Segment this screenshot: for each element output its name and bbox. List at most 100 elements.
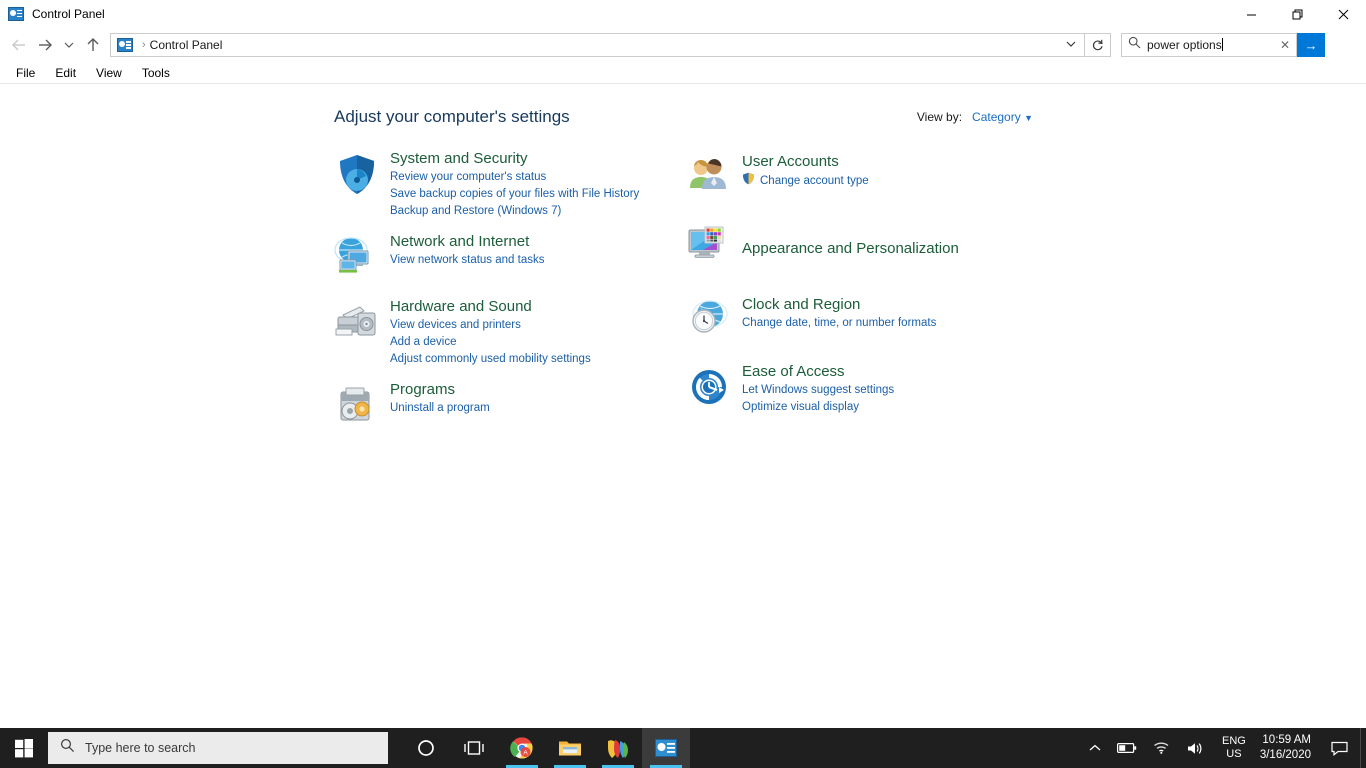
category-body: Hardware and Sound View devices and prin… xyxy=(386,297,591,368)
category-column-left: System and Security Review your computer… xyxy=(334,149,674,439)
window-titlebar: Control Panel xyxy=(0,0,1366,28)
svg-text:A: A xyxy=(523,749,528,756)
winrar-icon[interactable] xyxy=(594,728,642,768)
category-link[interactable]: Uninstall a program xyxy=(390,400,490,417)
search-go-button[interactable]: → xyxy=(1297,33,1325,57)
breadcrumb-separator: › xyxy=(142,39,146,51)
shield-icon[interactable] xyxy=(334,149,386,220)
category-title[interactable]: Programs xyxy=(390,380,490,400)
recent-locations-chevron-icon[interactable] xyxy=(58,30,80,60)
appearance-monitor-icon[interactable] xyxy=(686,222,738,275)
printer-icon[interactable] xyxy=(334,297,386,368)
category-link[interactable]: Let Windows suggest settings xyxy=(742,382,894,399)
titlebar-left: Control Panel xyxy=(0,6,105,21)
content-area: Adjust your computer's settings View by:… xyxy=(0,84,1366,728)
category-link[interactable]: Change date, time, or number formats xyxy=(742,315,936,332)
category-user-accounts: User Accounts Change account type xyxy=(686,152,1026,205)
category-title[interactable]: Ease of Access xyxy=(742,362,894,382)
clock-time: 10:59 AM xyxy=(1262,734,1311,746)
address-control-panel-icon xyxy=(117,38,133,52)
forward-button[interactable] xyxy=(32,30,58,60)
file-explorer-icon[interactable] xyxy=(546,728,594,768)
minimize-button[interactable] xyxy=(1228,0,1274,28)
clear-search-icon[interactable]: ✕ xyxy=(1276,38,1294,52)
category-title[interactable]: User Accounts xyxy=(742,152,869,172)
view-by-label: View by: xyxy=(916,110,963,124)
category-title[interactable]: Hardware and Sound xyxy=(390,297,591,317)
breadcrumb[interactable]: Control Panel xyxy=(150,38,223,52)
taskbar-item-control-panel[interactable] xyxy=(642,728,690,768)
user-accounts-icon[interactable] xyxy=(686,152,738,205)
category-link[interactable]: View network status and tasks xyxy=(390,252,544,269)
taskbar-search-box[interactable]: Type here to search xyxy=(48,732,388,764)
cortana-icon[interactable] xyxy=(402,728,450,768)
chrome-icon[interactable]: A xyxy=(498,728,546,768)
search-input[interactable]: power options xyxy=(1147,38,1276,52)
category-title[interactable]: System and Security xyxy=(390,149,639,169)
category-body: System and Security Review your computer… xyxy=(386,149,639,220)
task-view-icon[interactable] xyxy=(450,728,498,768)
start-button[interactable] xyxy=(0,728,48,768)
category-link[interactable]: Adjust commonly used mobility settings xyxy=(390,351,591,368)
category-system-and-security: System and Security Review your computer… xyxy=(334,149,674,220)
search-input-value: power options xyxy=(1147,38,1222,52)
clock-globe-icon[interactable] xyxy=(686,295,738,348)
category-title[interactable]: Clock and Region xyxy=(742,295,936,315)
uac-shield-icon xyxy=(742,172,755,191)
page-title: Adjust your computer's settings xyxy=(334,107,570,126)
input-language-indicator[interactable]: ENG US xyxy=(1212,735,1256,761)
category-body: Network and Internet View network status… xyxy=(386,232,544,285)
wifi-icon[interactable] xyxy=(1145,728,1178,768)
address-dropdown-chevron-icon[interactable] xyxy=(1060,40,1082,51)
close-button[interactable] xyxy=(1320,0,1366,28)
address-bar[interactable]: › Control Panel xyxy=(110,33,1085,57)
category-body: Programs Uninstall a program xyxy=(386,380,490,433)
clock[interactable]: 10:59 AM 3/16/2020 xyxy=(1256,733,1321,763)
taskbar-search-placeholder: Type here to search xyxy=(85,741,196,755)
show-hidden-icons-chevron-icon[interactable] xyxy=(1081,728,1109,768)
up-button[interactable] xyxy=(80,30,106,60)
back-button[interactable] xyxy=(6,30,32,60)
system-tray: ENG US 10:59 AM 3/16/2020 xyxy=(1081,728,1366,768)
menu-view[interactable]: View xyxy=(86,64,132,82)
volume-icon[interactable] xyxy=(1178,728,1212,768)
network-globe-icon[interactable] xyxy=(334,232,386,285)
category-link[interactable]: Add a device xyxy=(390,334,591,351)
category-ease-of-access: Ease of Access Let Windows suggest setti… xyxy=(686,362,1026,416)
language-line-1: ENG xyxy=(1221,735,1246,747)
control-panel-icon xyxy=(8,6,24,21)
show-desktop-button[interactable] xyxy=(1360,728,1366,768)
window-controls xyxy=(1228,0,1366,28)
ease-of-access-icon[interactable] xyxy=(686,362,738,416)
action-center-icon[interactable] xyxy=(1321,728,1360,768)
category-link[interactable]: Change account type xyxy=(742,172,869,191)
category-body: Appearance and Personalization xyxy=(738,222,959,275)
category-title[interactable]: Network and Internet xyxy=(390,232,544,252)
category-appearance-and-personalization: Appearance and Personalization xyxy=(686,222,1026,275)
search-box[interactable]: power options ✕ xyxy=(1121,33,1297,57)
taskbar-search-icon xyxy=(60,738,75,758)
maximize-restore-button[interactable] xyxy=(1274,0,1320,28)
view-by-dropdown[interactable]: Category ▼ xyxy=(972,110,1033,124)
category-link-label: Change account type xyxy=(760,175,869,187)
programs-box-icon[interactable] xyxy=(334,380,386,433)
category-body: Clock and Region Change date, time, or n… xyxy=(738,295,936,348)
navigation-bar: › Control Panel power options ✕ → xyxy=(0,28,1366,62)
category-body: User Accounts Change account type xyxy=(738,152,869,205)
category-link[interactable]: View devices and printers xyxy=(390,317,591,334)
category-link[interactable]: Optimize visual display xyxy=(742,399,894,416)
category-clock-and-region: Clock and Region Change date, time, or n… xyxy=(686,295,1026,348)
clock-date: 3/16/2020 xyxy=(1259,749,1311,761)
menu-tools[interactable]: Tools xyxy=(132,64,180,82)
menu-file[interactable]: File xyxy=(6,64,45,82)
battery-icon[interactable] xyxy=(1109,728,1145,768)
category-link[interactable]: Backup and Restore (Windows 7) xyxy=(390,203,639,220)
refresh-button[interactable] xyxy=(1085,33,1111,57)
text-caret xyxy=(1221,38,1223,51)
category-title[interactable]: Appearance and Personalization xyxy=(742,239,959,259)
menu-edit[interactable]: Edit xyxy=(45,64,86,82)
category-column-right: User Accounts Change account type Appear… xyxy=(686,149,1026,422)
category-link[interactable]: Save backup copies of your files with Fi… xyxy=(390,186,639,203)
category-link[interactable]: Review your computer's status xyxy=(390,169,639,186)
taskbar-items: A xyxy=(402,728,690,768)
